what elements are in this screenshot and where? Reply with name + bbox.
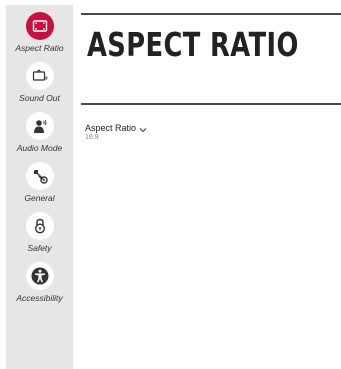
sidebar-item-safety[interactable]: Safety	[6, 207, 73, 257]
sidebar-item-label: General	[24, 193, 55, 203]
settings-screen: Aspect Ratio Sound Out Audio Mode Genera…	[6, 5, 341, 369]
divider	[81, 13, 341, 15]
accessibility-icon	[25, 262, 54, 290]
page-title: ASPECT RATIO	[87, 25, 299, 64]
aspect-ratio-icon	[25, 12, 54, 40]
sidebar-item-audio-mode[interactable]: Audio Mode	[6, 107, 73, 157]
safety-icon	[25, 212, 54, 240]
setting-value: 16:9	[85, 134, 99, 141]
sidebar-item-label: Accessibility	[16, 293, 63, 303]
divider	[81, 103, 341, 105]
main-panel: ASPECT RATIO Aspect Ratio 16:9	[73, 5, 341, 369]
sidebar-item-general[interactable]: General	[6, 157, 73, 207]
sidebar-item-aspect-ratio[interactable]: Aspect Ratio	[6, 7, 73, 57]
sidebar-item-label: Audio Mode	[16, 143, 63, 153]
setting-label: Aspect Ratio	[85, 123, 137, 133]
sidebar: Aspect Ratio Sound Out Audio Mode Genera…	[6, 5, 73, 369]
aspect-ratio-setting[interactable]: Aspect Ratio 16:9	[85, 123, 147, 141]
sidebar-item-label: Safety	[27, 243, 52, 253]
sidebar-item-label: Aspect Ratio	[15, 43, 64, 53]
sidebar-item-accessibility[interactable]: Accessibility	[6, 257, 73, 307]
audio-mode-icon	[25, 112, 54, 140]
sound-out-icon	[25, 62, 54, 90]
sidebar-item-sound-out[interactable]: Sound Out	[6, 57, 73, 107]
chevron-down-icon	[139, 125, 147, 133]
general-icon	[25, 162, 54, 190]
sidebar-item-label: Sound Out	[19, 93, 60, 103]
